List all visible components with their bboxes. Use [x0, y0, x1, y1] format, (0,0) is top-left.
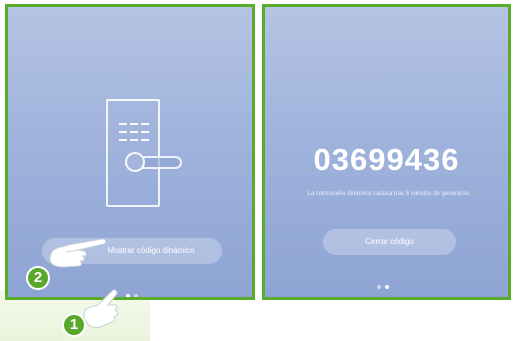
- screen-dynamic-code: 03699436 La contraseña dinámica caduca t…: [262, 4, 511, 300]
- close-code-button[interactable]: Cerrar código: [323, 229, 456, 255]
- page-dot-2[interactable]: [385, 285, 389, 289]
- screen-lock-illustration: Mostrar código dinámico: [5, 4, 255, 300]
- step-badge-1: 1: [62, 313, 86, 337]
- lock-knob: [125, 152, 145, 172]
- step-badge-2: 2: [26, 266, 50, 290]
- page-dot-1[interactable]: [377, 285, 381, 289]
- keypad-row: [119, 123, 149, 125]
- dynamic-code: 03699436: [313, 142, 460, 177]
- keypad-row: [119, 131, 149, 133]
- page-indicator: [377, 285, 389, 289]
- pointing-hand-icon: [83, 289, 119, 329]
- door-lock-icon: [106, 99, 182, 207]
- lock-handle: [125, 152, 182, 172]
- code-expiry-note: La contraseña dinámica caduca tras 5 min…: [307, 191, 471, 197]
- pointing-hand-icon: [49, 238, 107, 268]
- page-dot-2[interactable]: [134, 294, 138, 297]
- keypad-row: [119, 139, 149, 141]
